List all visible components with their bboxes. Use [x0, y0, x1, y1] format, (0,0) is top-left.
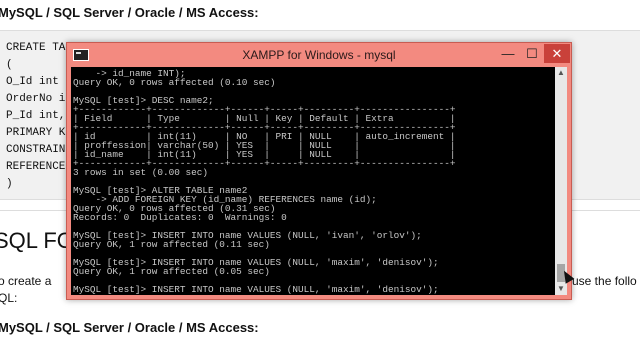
- code-line: CREATE TA: [6, 42, 66, 54]
- scroll-down-arrow-icon[interactable]: ▼: [555, 283, 567, 295]
- window-title: XAMPP for Windows - mysql: [242, 48, 396, 62]
- page-heading-top: MySQL / SQL Server / Oracle / MS Access:: [0, 5, 259, 20]
- code-line: REFERENCE: [6, 161, 66, 173]
- code-line: O_Id int: [6, 76, 59, 88]
- code-line: ): [6, 178, 13, 190]
- console-line: Query OK, 1 row affected (0.05 sec): [73, 266, 270, 277]
- code-line: (: [6, 59, 13, 71]
- close-button[interactable]: ✕: [544, 44, 570, 63]
- console-line: Query OK, 0 rows affected (0.10 sec): [73, 77, 276, 88]
- code-line: OrderNo i: [6, 93, 66, 105]
- page-heading-bottom: MySQL / SQL Server / Oracle / MS Access:: [0, 320, 259, 335]
- code-line: P_Id int,: [6, 110, 66, 122]
- console-line: 3 rows in set (0.00 sec): [73, 167, 209, 178]
- scrollbar[interactable]: ▲ ▼: [555, 67, 567, 295]
- console-line: Records: 0 Duplicates: 0 Warnings: 0: [73, 212, 287, 223]
- code-line: PRIMARY K: [6, 127, 66, 139]
- scroll-up-arrow-icon[interactable]: ▲: [555, 67, 567, 79]
- console-output[interactable]: -> id_name INT); Query OK, 0 rows affecte…: [71, 67, 555, 295]
- paragraph-left: o create a: [0, 274, 52, 288]
- console-window[interactable]: XAMPP for Windows - mysql — ☐ ✕ -> id_na…: [66, 42, 572, 300]
- title-bar[interactable]: XAMPP for Windows - mysql — ☐ ✕: [67, 43, 571, 67]
- maximize-button[interactable]: ☐: [521, 44, 543, 63]
- console-line: MySQL [test]> INSERT INTO name VALUES (N…: [73, 284, 439, 295]
- section-title: SQL FO: [0, 228, 74, 253]
- minimize-button[interactable]: —: [497, 44, 519, 63]
- code-line: CONSTRAIN: [6, 144, 66, 156]
- paragraph-line2: QL:: [0, 291, 18, 305]
- paragraph-right: use the follo: [572, 274, 637, 288]
- console-line: Query OK, 1 row affected (0.11 sec): [73, 239, 270, 250]
